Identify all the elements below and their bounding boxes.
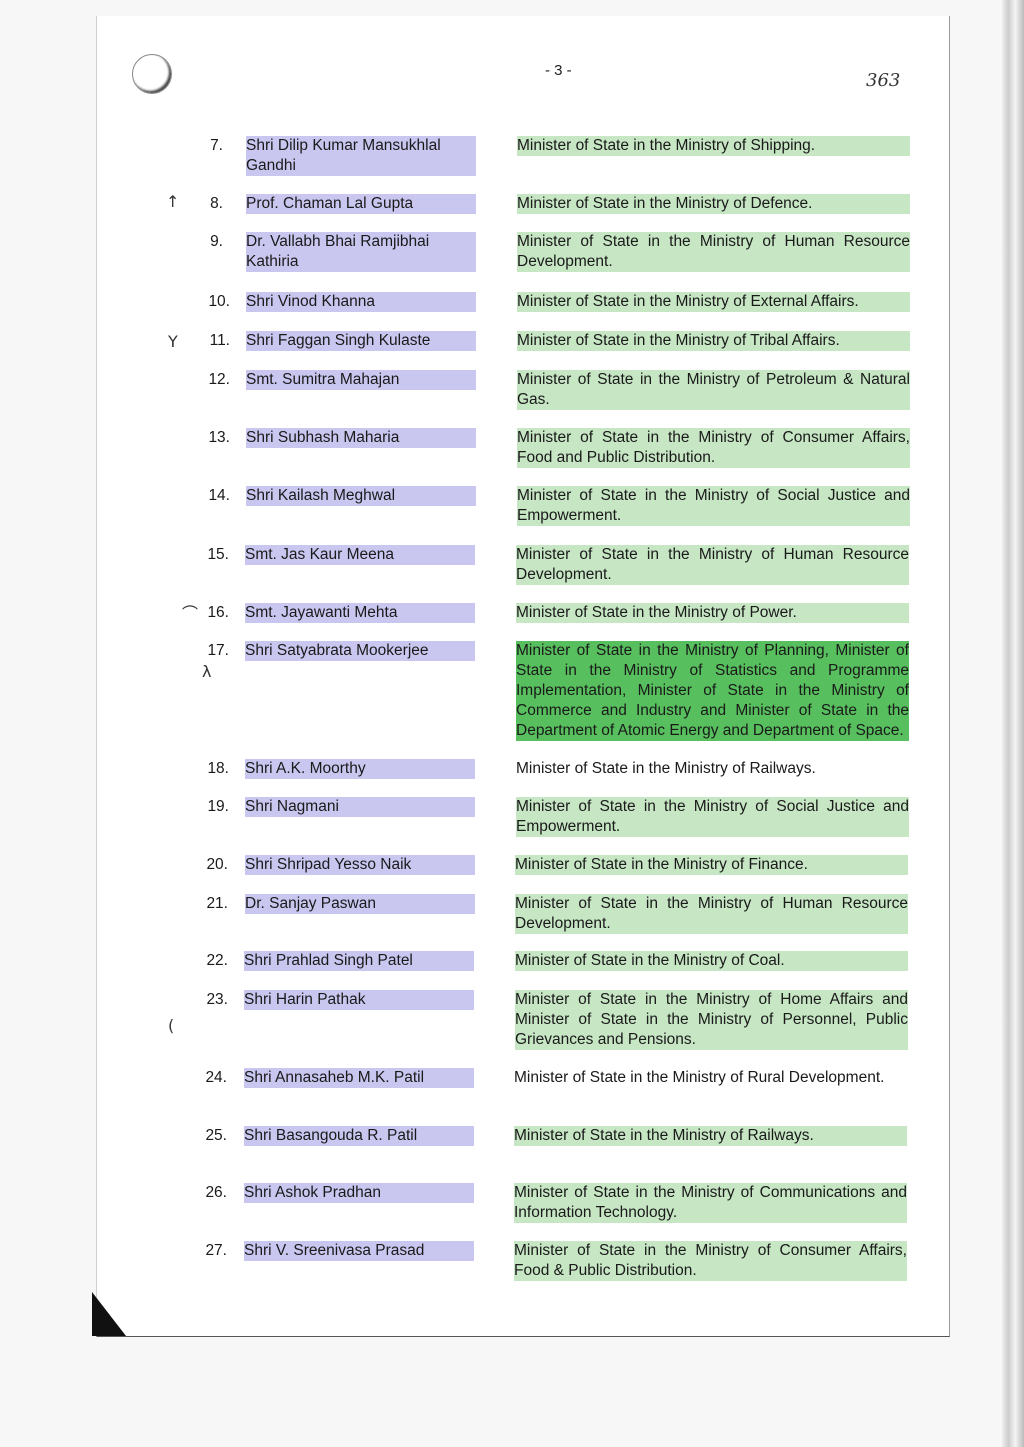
minister-role: Minister of State in the Ministry of Fin… bbox=[515, 855, 908, 875]
item-number: 25. bbox=[205, 1127, 227, 1144]
minister-name: Smt. Jas Kaur Meena bbox=[245, 545, 475, 565]
minister-role: Minister of State in the Ministry of Con… bbox=[517, 428, 910, 468]
item-number: 16. bbox=[207, 604, 229, 621]
handwritten-tick-mark: Y bbox=[168, 332, 178, 351]
minister-name: Shri V. Sreenivasa Prasad bbox=[244, 1241, 474, 1261]
minister-name: Shri Ashok Pradhan bbox=[244, 1183, 474, 1203]
minister-role: Minister of State in the Ministry of Def… bbox=[517, 194, 910, 214]
minister-name: Shri Dilip Kumar Mansukhlal Gandhi bbox=[246, 136, 476, 176]
minister-role: Minister of State in the Ministry of Coa… bbox=[515, 951, 908, 971]
minister-name: Smt. Jayawanti Mehta bbox=[245, 603, 475, 623]
item-number: 11. bbox=[209, 332, 230, 349]
minister-name: Shri Harin Pathak bbox=[244, 990, 474, 1010]
item-number: 27. bbox=[205, 1242, 227, 1259]
minister-name: Shri Faggan Singh Kulaste bbox=[246, 331, 476, 351]
page-number: - 3 - bbox=[545, 62, 572, 79]
minister-name: Smt. Sumitra Mahajan bbox=[246, 370, 476, 390]
item-number: 23. bbox=[206, 991, 228, 1008]
minister-role: Minister of State in the Ministry of Con… bbox=[514, 1241, 907, 1281]
minister-role: Minister of State in the Ministry of Hum… bbox=[515, 894, 908, 934]
item-number: 20. bbox=[206, 856, 228, 873]
item-number: 13. bbox=[208, 429, 230, 446]
minister-name: Dr. Vallabh Bhai Ramjibhai Kathiria bbox=[246, 232, 476, 272]
item-number: 19. bbox=[207, 798, 229, 815]
minister-role: Minister of State in the Ministry of Pet… bbox=[517, 370, 910, 410]
item-number: 15. bbox=[207, 546, 229, 563]
handwritten-tick-mark: ⌒ bbox=[182, 604, 199, 623]
minister-name: Prof. Chaman Lal Gupta bbox=[246, 194, 476, 214]
minister-name: Shri Satyabrata Mookerjee bbox=[245, 641, 475, 661]
minister-role: Minister of State in the Ministry of Com… bbox=[514, 1183, 907, 1223]
minister-name: Dr. Sanjay Paswan bbox=[245, 894, 475, 914]
handwritten-reference-number: 363 bbox=[866, 70, 901, 91]
minister-role: Minister of State in the Ministry of Ext… bbox=[517, 292, 910, 312]
handwritten-tick-mark: ( bbox=[168, 1016, 175, 1035]
item-number: 18. bbox=[207, 760, 229, 777]
item-number: 22. bbox=[206, 952, 228, 969]
item-number: 24. bbox=[205, 1069, 227, 1086]
item-number: 26. bbox=[205, 1184, 227, 1201]
right-binding-edge bbox=[1002, 0, 1024, 1447]
minister-role: Minister of State in the Ministry of Rai… bbox=[516, 760, 816, 777]
minister-name: Shri Basangouda R. Patil bbox=[244, 1126, 474, 1146]
minister-role: Minister of State in the Ministry of Rai… bbox=[514, 1126, 907, 1146]
minister-name: Shri Kailash Meghwal bbox=[246, 486, 476, 506]
item-number: 14. bbox=[208, 487, 230, 504]
minister-role: Minister of State in the Ministry of Soc… bbox=[516, 797, 909, 837]
minister-role: Minister of State in the Ministry of Rur… bbox=[514, 1069, 885, 1086]
item-number: 9. bbox=[210, 233, 223, 250]
minister-name: Shri Annasaheb M.K. Patil bbox=[244, 1068, 474, 1088]
minister-name: Shri Prahlad Singh Patel bbox=[244, 951, 474, 971]
item-number: 17. bbox=[207, 642, 229, 659]
minister-role: Minister of State in the Ministry of Hum… bbox=[517, 232, 910, 272]
minister-role: Minister of State in the Ministry of Hom… bbox=[515, 990, 908, 1050]
item-number: 12. bbox=[208, 371, 230, 388]
punch-hole bbox=[132, 54, 172, 94]
minister-name: Shri Nagmani bbox=[245, 797, 475, 817]
item-number: 8. bbox=[210, 195, 223, 212]
item-number: 10. bbox=[208, 293, 230, 310]
minister-role: Minister of State in the Ministry of Pla… bbox=[516, 641, 909, 741]
minister-role: Minister of State in the Ministry of Pow… bbox=[516, 603, 909, 623]
handwritten-tick-mark: λ bbox=[202, 662, 212, 681]
minister-name: Shri Shripad Yesso Naik bbox=[245, 855, 475, 875]
minister-role: Minister of State in the Ministry of Soc… bbox=[517, 486, 910, 526]
minister-role: Minister of State in the Ministry of Hum… bbox=[516, 545, 909, 585]
minister-name: Shri A.K. Moorthy bbox=[245, 759, 475, 779]
minister-role: Minister of State in the Ministry of Shi… bbox=[517, 136, 910, 156]
item-number: 7. bbox=[210, 137, 223, 154]
page-corner-shadow bbox=[92, 1292, 126, 1336]
minister-name: Shri Subhash Maharia bbox=[246, 428, 476, 448]
item-number: 21. bbox=[206, 895, 228, 912]
minister-role: Minister of State in the Ministry of Tri… bbox=[517, 331, 910, 351]
handwritten-tick-mark: ↑ bbox=[166, 192, 180, 211]
minister-name: Shri Vinod Khanna bbox=[246, 292, 476, 312]
